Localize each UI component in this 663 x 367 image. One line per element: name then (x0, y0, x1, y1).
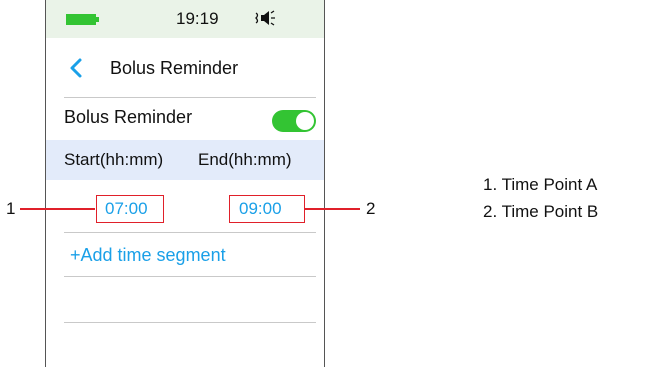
start-time-value[interactable]: 07:00 (105, 199, 148, 219)
phone-screen: 19:19 Bolus Reminder Bolus Reminder Star… (45, 0, 325, 367)
callout-line-2 (304, 208, 360, 210)
callout-line-1 (20, 208, 95, 210)
legend-item-b: 2. Time Point B (483, 202, 599, 221)
speaker-icon (255, 10, 275, 26)
battery-tip (96, 17, 99, 22)
end-column-label: End(hh:mm) (198, 150, 292, 169)
page-header: Bolus Reminder (46, 50, 324, 90)
end-time-value[interactable]: 09:00 (239, 199, 282, 219)
time-columns-header: Start(hh:mm) End(hh:mm) (46, 140, 324, 180)
callout-number-1: 1 (6, 199, 16, 218)
divider (64, 97, 316, 98)
callout-number-2: 2 (366, 199, 376, 218)
divider (64, 276, 316, 277)
divider (64, 322, 316, 323)
callout-legend: 1. Time Point A 2. Time Point B (483, 171, 598, 225)
status-time: 19:19 (176, 9, 219, 28)
toggle-knob (296, 112, 314, 130)
add-time-segment-button[interactable]: +Add time segment (70, 245, 226, 266)
status-bar: 19:19 (46, 0, 324, 38)
legend-item-a: 1. Time Point A (483, 175, 598, 194)
page-title: Bolus Reminder (110, 58, 239, 78)
battery-icon (66, 14, 96, 25)
back-chevron-icon[interactable] (68, 57, 84, 79)
bolus-reminder-toggle[interactable] (272, 110, 316, 132)
bolus-reminder-label: Bolus Reminder (64, 107, 193, 127)
start-column-label: Start(hh:mm) (64, 150, 164, 169)
divider (64, 232, 316, 233)
